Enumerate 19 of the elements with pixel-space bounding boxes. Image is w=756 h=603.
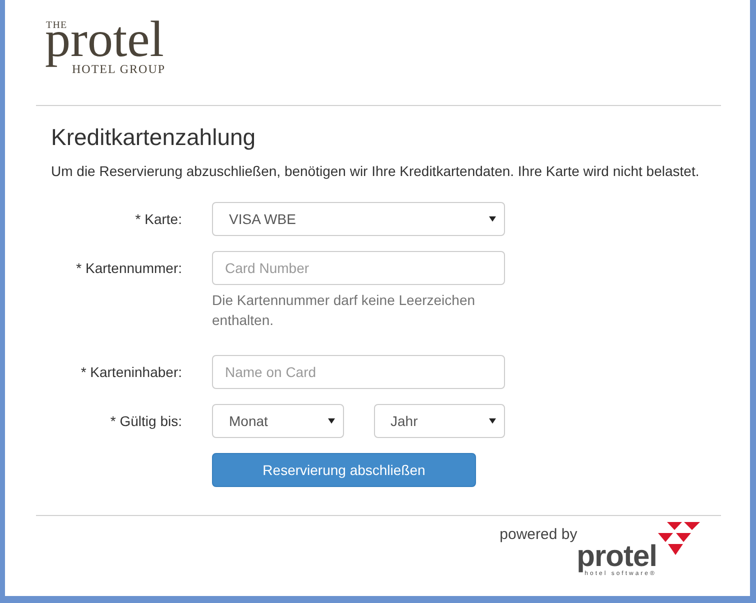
caret-icon (489, 216, 496, 222)
caret-icon (489, 418, 496, 424)
text-input-field[interactable]: Name on Card (212, 355, 505, 389)
page-title: Kreditkartenzahlung (51, 125, 257, 150)
hotel-group-logo: THEprotel HOTEL GROUP (45, 21, 166, 75)
field-label: * Gültig bis: (110, 413, 182, 429)
dropdown-select[interactable]: Jahr (374, 404, 505, 438)
field-label: * Karte: (135, 211, 182, 227)
dropdown-select[interactable]: VISA WBE (212, 202, 505, 236)
submit-button[interactable]: Reservierung abschließen (212, 453, 476, 487)
field-label: * Kartennummer: (76, 260, 182, 276)
intro-text: Um die Reservierung abzuschließen, benötigen wir Ihre Kreditkartendaten. Ihre Karte wird nicht belastet. (51, 162, 700, 181)
text-input-field[interactable]: Card Number (212, 251, 505, 285)
field-label: * Karteninhaber: (80, 364, 182, 380)
caret-icon (328, 418, 334, 424)
dropdown-select[interactable]: Monat (212, 404, 344, 438)
powered-by-text: powered by (500, 525, 578, 545)
help-text: Die Kartennummer darf keine Leerzeichen enthalten. (212, 291, 476, 330)
triangles-logo-icon (658, 522, 700, 555)
